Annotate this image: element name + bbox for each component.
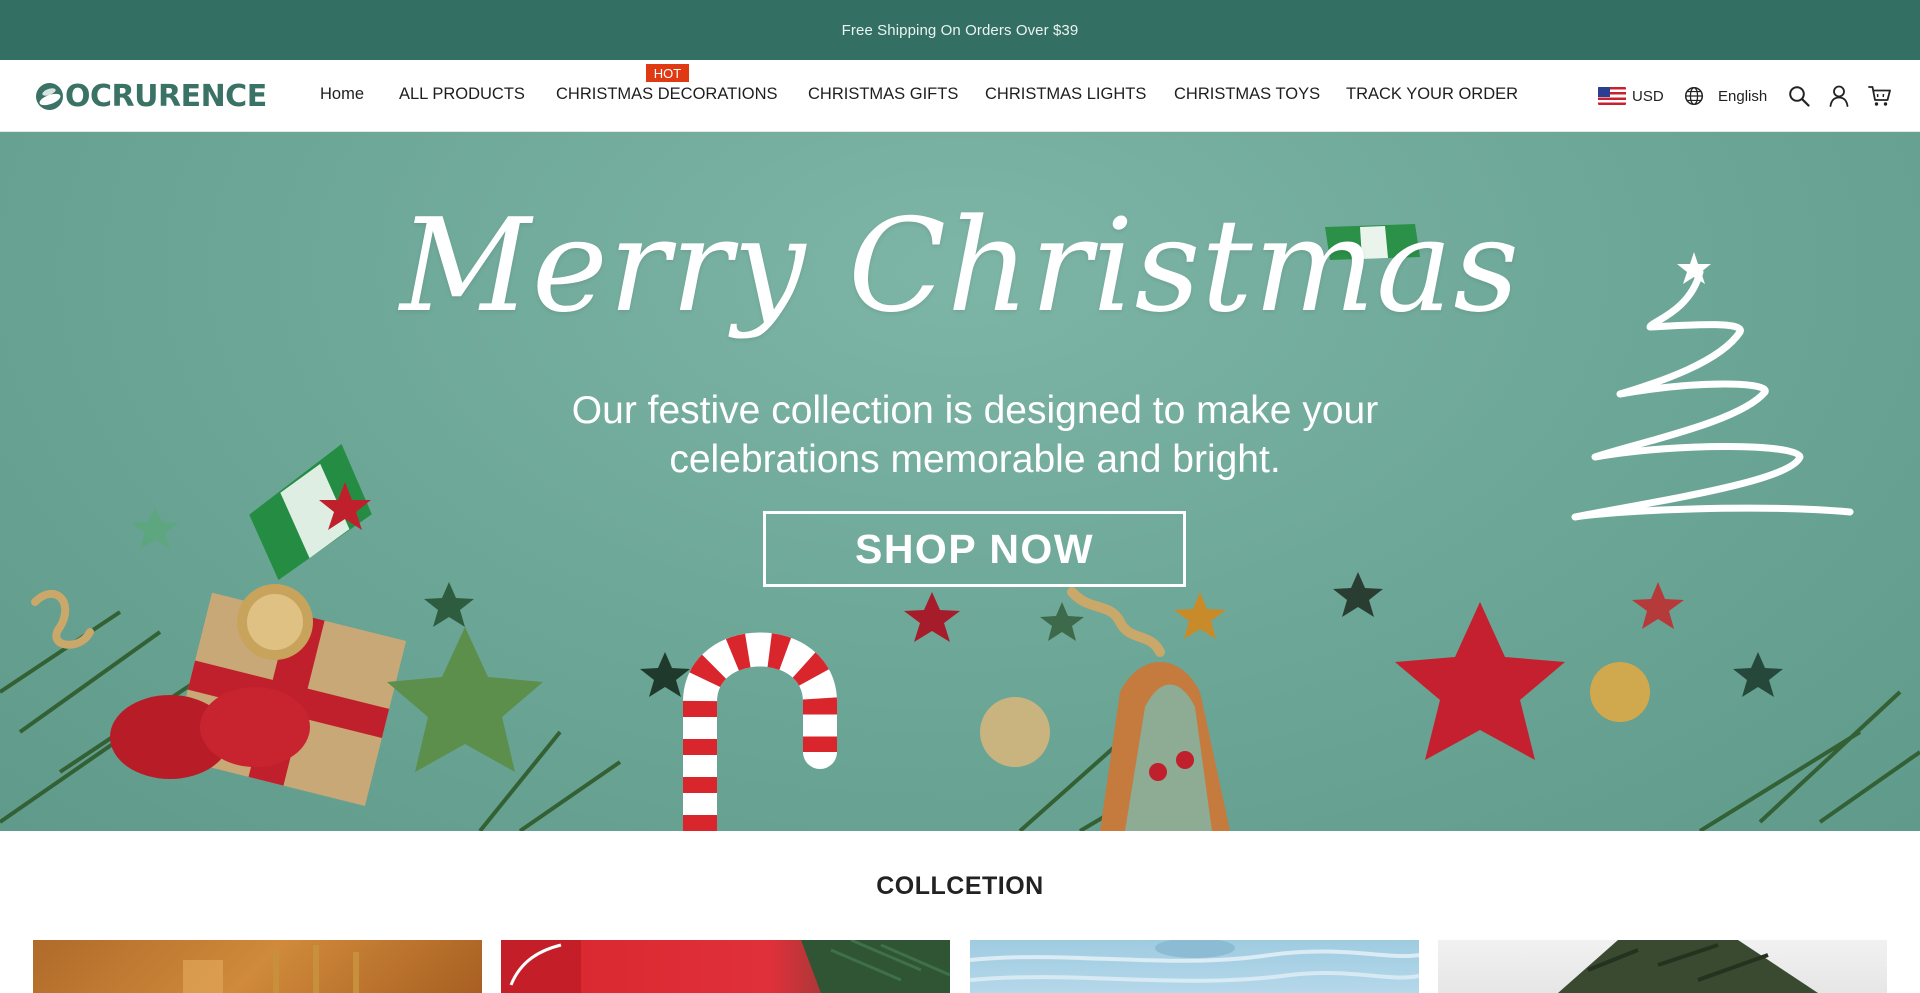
logo-mark-icon (36, 82, 63, 110)
currency-label: USD (1632, 87, 1664, 105)
hero-title: Merry Christmas (399, 192, 1521, 341)
hot-badge: HOT (646, 64, 689, 82)
cart-button[interactable] (1868, 60, 1892, 132)
nav-item-christmas-gifts[interactable]: CHRISTMAS GIFTS (808, 85, 958, 104)
currency-selector[interactable]: USD (1598, 60, 1664, 132)
collection-card-image (501, 940, 950, 993)
announcement-bar: Free Shipping On Orders Over $39 (0, 0, 1920, 60)
site-header: OCRURENCE Home ALL PRODUCTS HOT CHRISTMA… (0, 60, 1920, 132)
us-flag-icon (1598, 87, 1626, 105)
collection-title: COLLCETION (876, 872, 1044, 900)
shop-now-button[interactable]: SHOP NOW (763, 511, 1186, 587)
logo-text: OCRURENCE (65, 78, 267, 114)
nav-item-christmas-decorations[interactable]: CHRISTMAS DECORATIONS (556, 85, 778, 104)
nav-item-christmas-lights[interactable]: CHRISTMAS LIGHTS (985, 85, 1146, 104)
collection-card-image (970, 940, 1419, 983)
hero-subtitle-line-1: Our festive collection is designed to ma… (571, 389, 1379, 432)
collection-card[interactable] (970, 940, 1419, 993)
nav-item-home[interactable]: Home (320, 85, 364, 104)
hero-subtitle: Our festive collection is designed to ma… (460, 386, 1490, 484)
account-button[interactable] (1829, 60, 1849, 132)
logo[interactable]: OCRURENCE (36, 78, 267, 114)
hero-subtitle-line-2: celebrations memorable and bright. (669, 438, 1281, 481)
collection-grid (33, 940, 1887, 993)
language-selector[interactable]: English (1684, 60, 1767, 132)
nav-item-all-products[interactable]: ALL PRODUCTS (399, 85, 525, 104)
globe-icon (1684, 86, 1704, 106)
language-label: English (1718, 87, 1768, 105)
nav-item-track-order[interactable]: TRACK YOUR ORDER (1346, 85, 1518, 104)
cart-icon (1868, 86, 1891, 106)
search-button[interactable] (1788, 60, 1810, 132)
collection-card-image (183, 945, 359, 993)
account-icon (1829, 85, 1849, 107)
collection-card-image (1558, 940, 1818, 993)
hero-banner[interactable]: Merry Christmas Our festive collection i… (0, 132, 1920, 831)
search-icon (1789, 86, 1810, 107)
nav-item-christmas-toys[interactable]: CHRISTMAS TOYS (1174, 85, 1320, 104)
announcement-text: Free Shipping On Orders Over $39 (841, 21, 1079, 39)
collection-card[interactable] (33, 940, 482, 993)
shop-now-label: SHOP NOW (854, 525, 1095, 572)
collection-card[interactable] (501, 940, 950, 993)
collection-card[interactable] (1438, 940, 1887, 993)
